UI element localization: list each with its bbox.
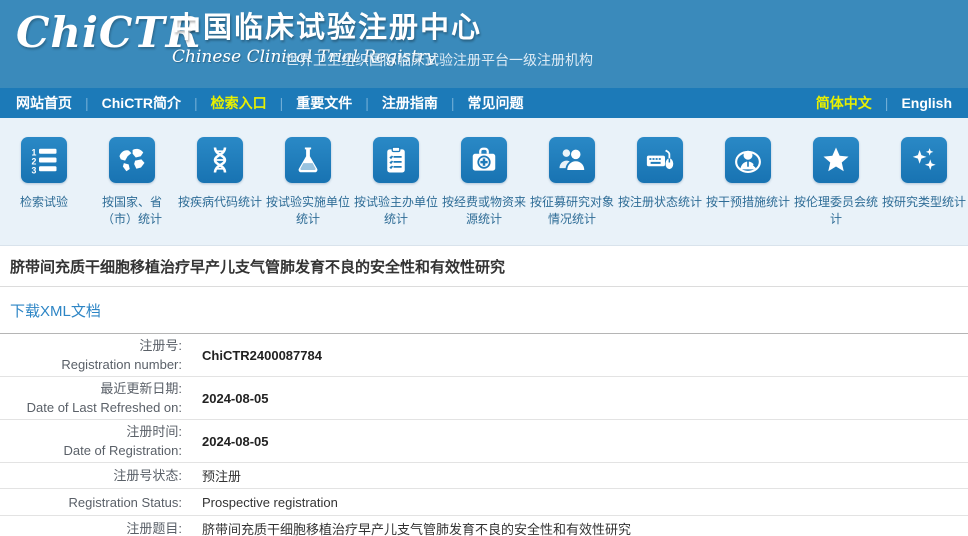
registration-number-value: ChiCTR2400087784 [192, 348, 968, 363]
nav-separator: | [194, 95, 198, 111]
row-label: Registration Status: [0, 491, 192, 514]
nav-separator: | [85, 95, 89, 111]
who-platform-subtitle: 世界卫生组织国际临床试验注册平台一级注册机构 [285, 50, 593, 70]
toolbar-item-by-recruitment-status[interactable]: 按征募研究对象情况统计 [528, 137, 616, 245]
svg-text:3: 3 [32, 165, 37, 175]
row-label: 注册题目: [0, 517, 192, 536]
toolbar-item-label: 按疾病代码统计 [177, 194, 263, 211]
nav-item-registration-guide[interactable]: 注册指南 [382, 93, 438, 113]
table-row: 注册题目: 脐带间充质干细胞移植治疗早产儿支气管肺发育不良的安全性和有效性研究 [0, 516, 968, 536]
table-row: 注册号状态: 预注册 [0, 463, 968, 489]
toolbar-item-by-sponsor-unit[interactable]: 按试验主办单位统计 [352, 137, 440, 245]
row-label-en: Registration number: [0, 355, 182, 374]
toolbar-item-label: 按伦理委员会统计 [793, 194, 879, 228]
row-label-en: Date of Last Refreshed on: [0, 398, 182, 417]
toolbar-item-search-trials[interactable]: 123 检索试验 [0, 137, 88, 245]
registration-date-value: 2024-08-05 [192, 434, 968, 449]
nav-separator: | [280, 95, 284, 111]
toolbar-item-label: 按研究类型统计 [881, 194, 967, 211]
toolbar-item-by-registration-status[interactable]: 按注册状态统计 [616, 137, 704, 245]
main-nav: 网站首页 | ChiCTR简介 | 检索入口 | 重要文件 | 注册指南 | 常… [0, 88, 968, 118]
row-label-en: Date of Registration: [0, 441, 182, 460]
row-label: 最近更新日期: Date of Last Refreshed on: [0, 377, 192, 419]
row-label-zh: 注册号状态: [0, 466, 182, 485]
download-xml-row: 下载XML文档 [0, 287, 968, 334]
registration-status-zh-value: 预注册 [192, 466, 968, 485]
toolbar-item-label: 按注册状态统计 [617, 194, 703, 211]
statistics-toolbar: 123 检索试验 按国家、省（市）统计 按疾病代码统计 按试验实施单位统计 按试… [0, 118, 968, 246]
public-title-value: 脐带间充质干细胞移植治疗早产儿支气管肺发育不良的安全性和有效性研究 [192, 519, 968, 536]
numbered-list-icon: 123 [21, 137, 67, 183]
nav-item-important-documents[interactable]: 重要文件 [296, 93, 352, 113]
medical-bag-icon [461, 137, 507, 183]
doctor-icon [725, 137, 771, 183]
download-xml-link[interactable]: 下载XML文档 [10, 300, 101, 321]
sparkles-icon [901, 137, 947, 183]
row-label: 注册时间: Date of Registration: [0, 420, 192, 462]
toolbar-item-label: 按试验主办单位统计 [353, 194, 439, 228]
lang-simplified-chinese[interactable]: 简体中文 [816, 93, 872, 113]
toolbar-item-by-implementing-unit[interactable]: 按试验实施单位统计 [264, 137, 352, 245]
keyboard-mouse-icon [637, 137, 683, 183]
toolbar-item-label: 按试验实施单位统计 [265, 194, 351, 228]
flask-icon [285, 137, 331, 183]
toolbar-item-by-disease-code[interactable]: 按疾病代码统计 [176, 137, 264, 245]
lang-english[interactable]: English [901, 95, 952, 111]
row-label-zh: 注册号: [0, 336, 182, 355]
nav-item-faq[interactable]: 常见问题 [468, 93, 524, 113]
toolbar-item-label: 按征募研究对象情况统计 [529, 194, 615, 228]
toolbar-item-label: 按国家、省（市）统计 [89, 194, 175, 228]
dna-icon [197, 137, 243, 183]
registration-detail-table: 注册号: Registration number: ChiCTR24000877… [0, 334, 968, 536]
toolbar-item-by-study-type[interactable]: 按研究类型统计 [880, 137, 968, 245]
world-map-icon [109, 137, 155, 183]
toolbar-item-label: 按经费或物资来源统计 [441, 194, 527, 228]
nav-language-switch: 简体中文 | English [816, 93, 952, 113]
row-label-zh: 最近更新日期: [0, 379, 182, 398]
table-row: 注册号: Registration number: ChiCTR24000877… [0, 334, 968, 377]
toolbar-item-label: 按干预措施统计 [705, 194, 791, 211]
toolbar-item-label: 检索试验 [1, 194, 87, 211]
nav-separator: | [451, 95, 455, 111]
page-title: 脐带间充质干细胞移植治疗早产儿支气管肺发育不良的安全性和有效性研究 [0, 246, 968, 287]
toolbar-item-by-ethics-committee[interactable]: 按伦理委员会统计 [792, 137, 880, 245]
row-label: 注册号: Registration number: [0, 334, 192, 376]
row-label-zh: 注册题目: [0, 519, 182, 536]
table-row: 注册时间: Date of Registration: 2024-08-05 [0, 420, 968, 463]
people-icon [549, 137, 595, 183]
toolbar-item-by-country-province[interactable]: 按国家、省（市）统计 [88, 137, 176, 245]
clipboard-icon [373, 137, 419, 183]
toolbar-item-by-intervention[interactable]: 按干预措施统计 [704, 137, 792, 245]
nav-separator: | [365, 95, 369, 111]
nav-item-home[interactable]: 网站首页 [16, 93, 72, 113]
registration-status-en-value: Prospective registration [192, 495, 968, 510]
row-label-en: Registration Status: [0, 493, 182, 512]
nav-item-about[interactable]: ChiCTR简介 [102, 93, 181, 113]
star-icon [813, 137, 859, 183]
table-row: 最近更新日期: Date of Last Refreshed on: 2024-… [0, 377, 968, 420]
site-title-zh: 中国临床试验注册中心 [172, 4, 482, 46]
toolbar-item-by-funding-source[interactable]: 按经费或物资来源统计 [440, 137, 528, 245]
row-label-zh: 注册时间: [0, 422, 182, 441]
nav-separator: | [885, 95, 889, 111]
row-label: 注册号状态: [0, 464, 192, 487]
site-banner: ChiCTR 中国临床试验注册中心 Chinese Clinical Trial… [0, 0, 968, 88]
table-row: Registration Status: Prospective registr… [0, 489, 968, 516]
nav-item-search-entry[interactable]: 检索入口 [211, 93, 267, 113]
last-refreshed-value: 2024-08-05 [192, 391, 968, 406]
